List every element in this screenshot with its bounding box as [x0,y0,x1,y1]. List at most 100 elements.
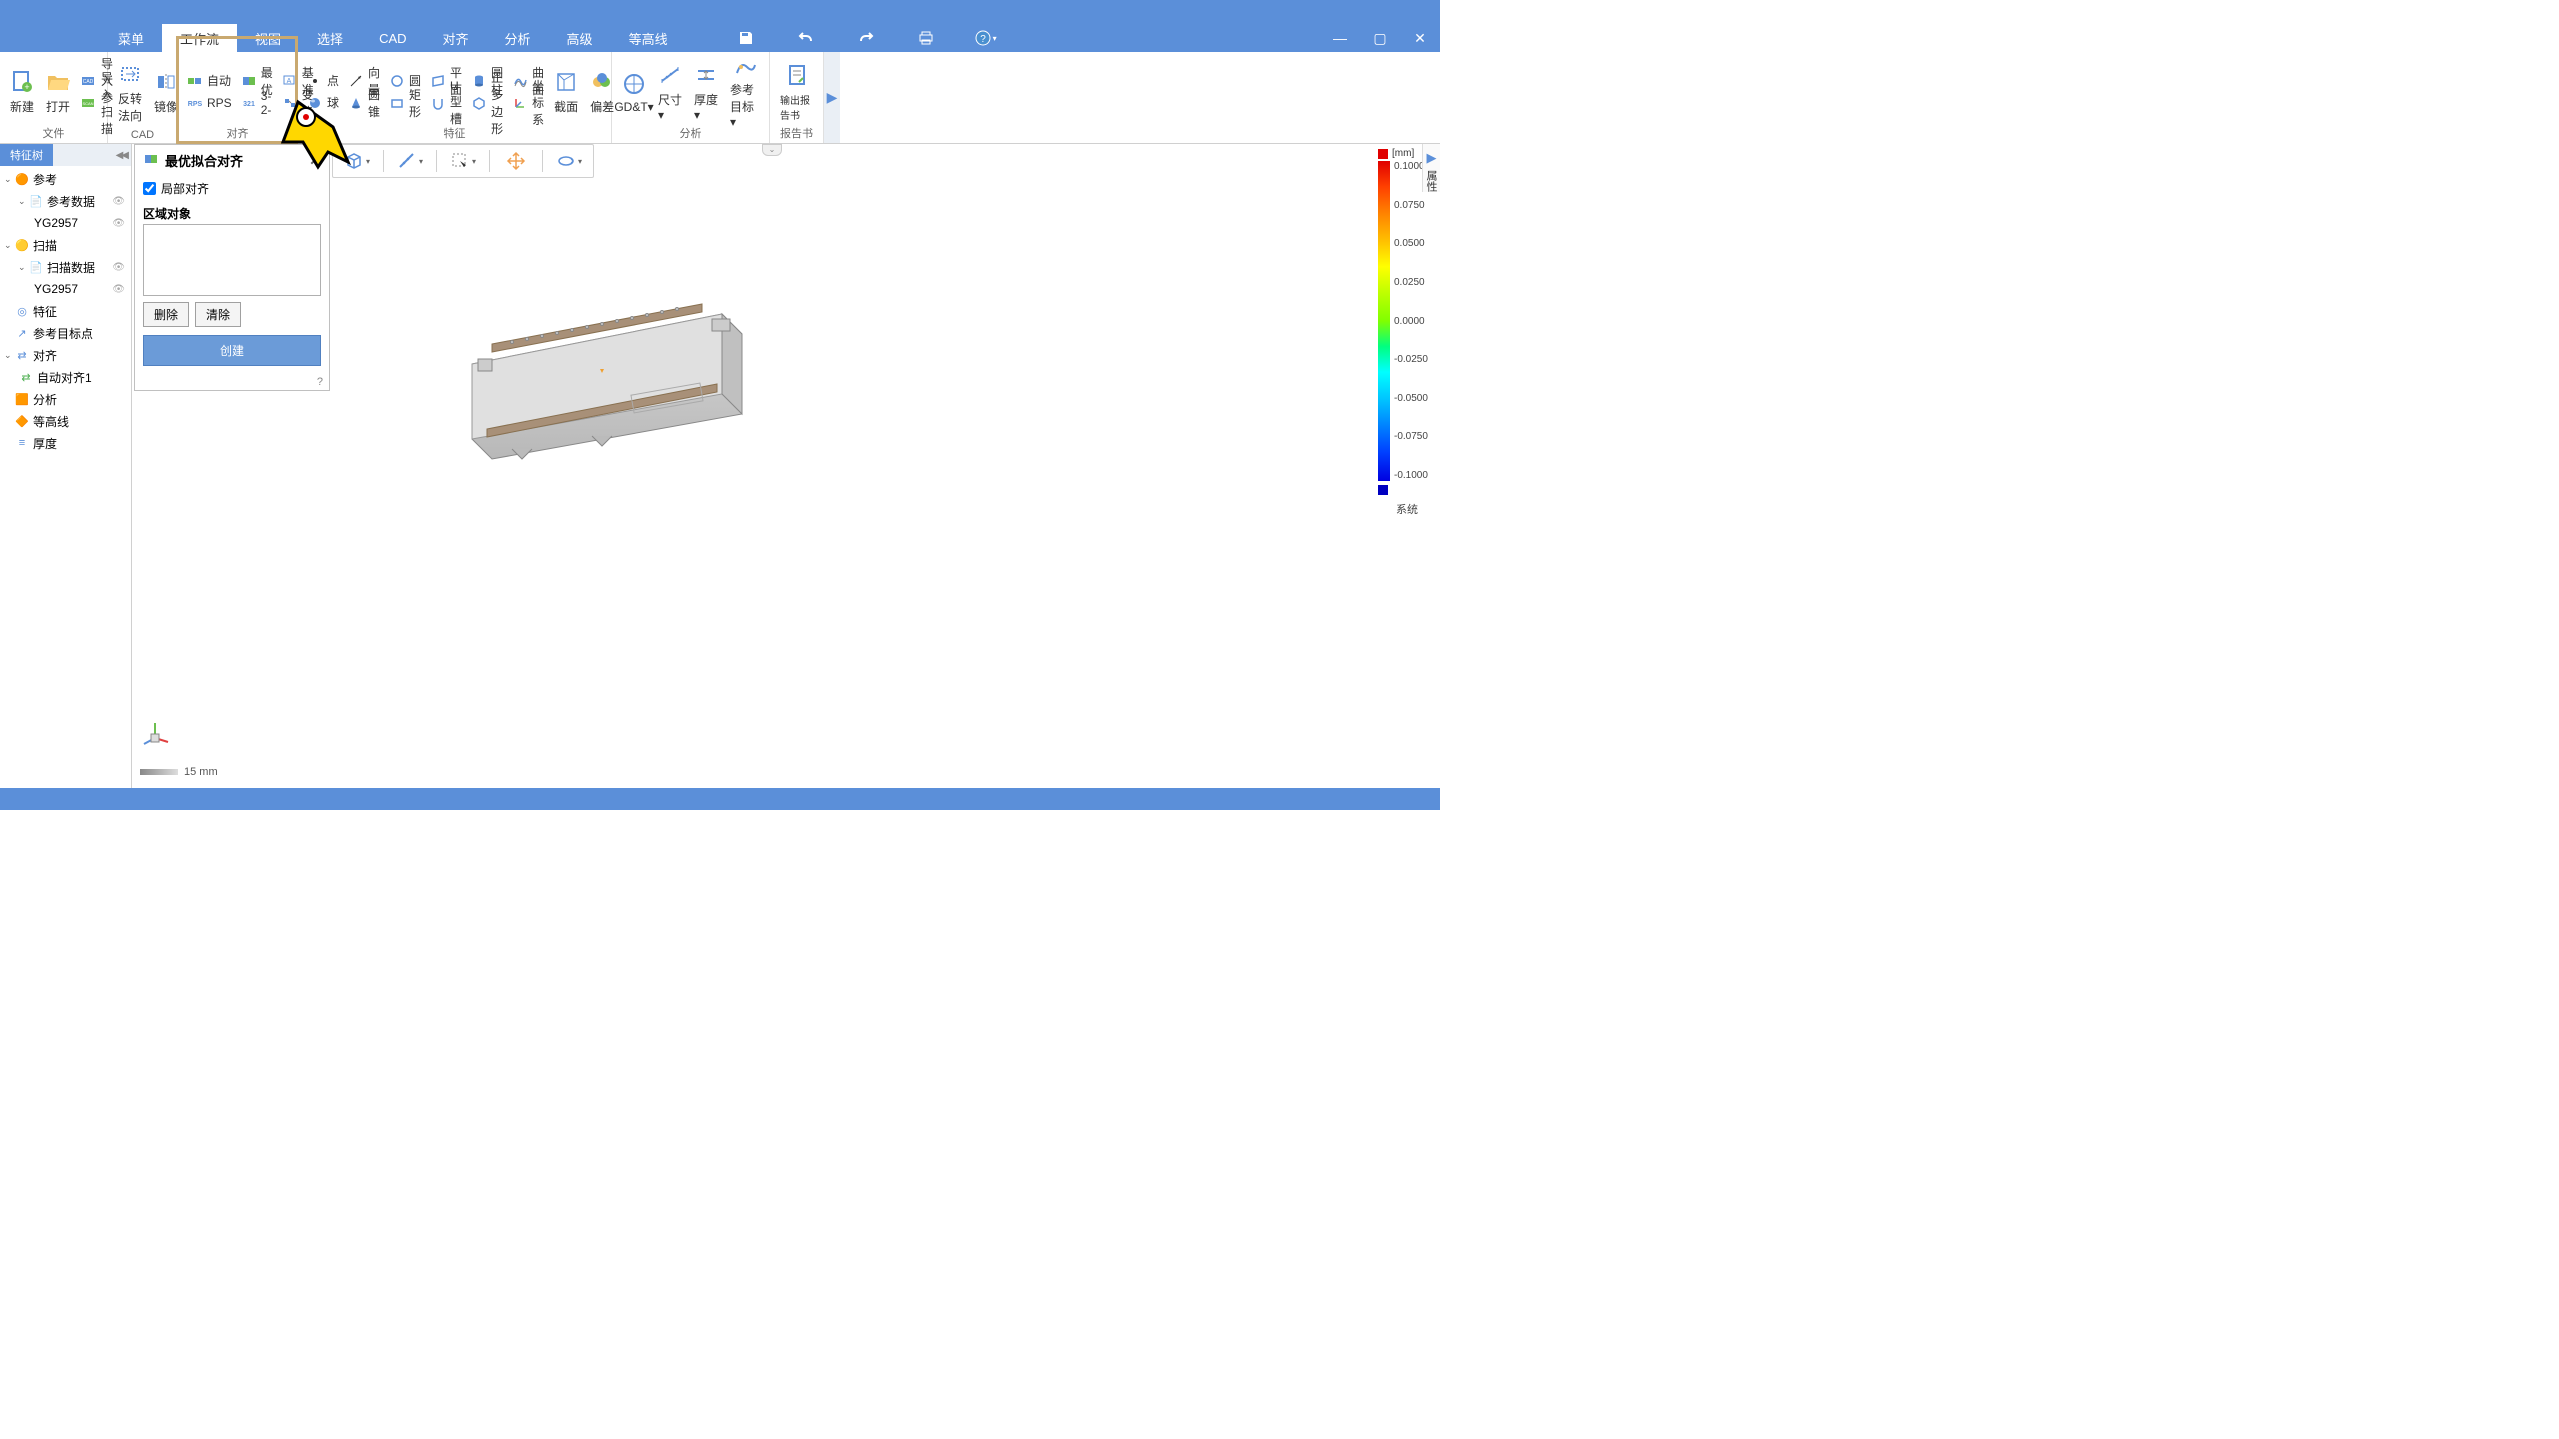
menu-cad[interactable]: CAD [361,26,424,51]
section-label: 截面 [554,98,578,115]
undo-icon[interactable] [794,26,818,50]
bestfit-dialog: 最优拟合对齐 ✕ 局部对齐 区域对象 删除 清除 创建 ? [134,144,330,391]
dialog-close-icon[interactable]: ✕ [309,152,321,169]
select-mode-icon[interactable]: ▾ [443,147,483,175]
uslot-button[interactable]: U型槽 [425,93,466,113]
sphere-icon [306,95,324,111]
polygon-icon [470,95,488,111]
new-icon: + [8,68,36,96]
menu-workflow[interactable]: 工作流 [162,24,237,53]
open-icon [44,68,72,96]
three21-label: 3-2- [261,89,273,117]
measure-icon[interactable]: ▾ [390,147,430,175]
tree-node-ref-data[interactable]: ⌄📄参考数据👁 [0,190,131,212]
tree-node-ref[interactable]: ⌄🟠参考 [0,168,131,190]
local-align-checkbox[interactable]: 局部对齐 [143,180,321,197]
sphere-button[interactable]: 球 [302,93,343,113]
open-button[interactable]: 打开 [40,56,76,127]
cone-button[interactable]: 圆锥 [343,93,384,113]
region-list[interactable] [143,224,321,296]
tree-node-scan-data[interactable]: ⌄📄扫描数据👁 [0,256,131,278]
tree-node-ref-item[interactable]: YG2957👁 [0,212,131,234]
viewport[interactable]: 最优拟合对齐 ✕ 局部对齐 区域对象 删除 清除 创建 ? ▾ [132,144,1440,788]
tree-node-scan[interactable]: ⌄🟡扫描 [0,234,131,256]
cylinder-icon [470,73,488,89]
ribbon-group-align: 自动 RPS RPS 最优 321 3-2- A 基准 [178,52,298,143]
main-area: 特征树 ◀◀ ⌄🟠参考 ⌄📄参考数据👁 YG2957👁 ⌄🟡扫描 ⌄📄扫描数据👁… [0,144,1440,788]
rps-button[interactable]: RPS RPS [182,93,236,113]
ribbon-next-icon[interactable]: ▶ [824,52,840,143]
auto-align-label: 自动 [207,72,231,89]
tree-node-reftarget[interactable]: ↗参考目标点 [0,322,131,344]
dialog-title: 最优拟合对齐 ✕ [135,145,329,176]
menu-advanced[interactable]: 高级 [549,24,611,53]
maximize-button[interactable]: ▢ [1360,24,1400,52]
visibility-icon[interactable]: 👁 [112,218,125,229]
print-icon[interactable] [914,26,938,50]
uslot-icon [429,95,447,111]
menu-contour[interactable]: 等高线 [611,24,686,53]
properties-panel-tab[interactable]: ▶ 属性 [1422,144,1440,192]
offset-label: 偏差 [590,98,614,115]
flip-button[interactable]: 反转法向 [112,56,148,127]
flip-icon [116,60,144,88]
new-button[interactable]: + 新建 [4,56,40,127]
menu-select[interactable]: 选择 [299,24,361,53]
ribbon-group-file: + 新建 打开 CAD 导入参 SCAN 导入扫描 文件 [0,52,108,143]
save-icon[interactable] [734,26,758,50]
bestfit-icon [240,73,258,89]
rect-button[interactable]: 矩形 [384,93,425,113]
help-icon[interactable]: ?▾ [974,26,998,50]
menu-view[interactable]: 视图 [237,24,299,53]
viewport-collapse-icon[interactable]: ⌄ [762,144,782,156]
tree-node-analysis[interactable]: 🟧分析 [0,388,131,410]
visibility-icon[interactable]: 👁 [112,196,125,207]
statusbar [0,788,1440,810]
properties-label: 属性 [1423,170,1439,192]
feature-tree-panel: 特征树 ◀◀ ⌄🟠参考 ⌄📄参考数据👁 YG2957👁 ⌄🟡扫描 ⌄📄扫描数据👁… [0,144,132,788]
auto-align-icon [186,73,204,89]
visibility-icon[interactable]: 👁 [112,262,125,273]
thickness-button[interactable]: 厚度▾ [688,56,724,127]
analysis-group-label: 分析 [612,125,769,141]
point-icon [306,73,324,89]
view-cube-icon[interactable]: ▾ [337,147,377,175]
flip-label: 反转法向 [118,90,142,124]
svg-text:A: A [286,78,291,85]
tree-node-align[interactable]: ⌄⇄对齐 [0,344,131,366]
dim-button[interactable]: 尺寸▾ [652,56,688,127]
csys-button[interactable]: 坐标系 [507,93,548,113]
tree-node-feature[interactable]: ◎特征 [0,300,131,322]
tree-tab-header: 特征树 ◀◀ [0,144,131,166]
minimize-button[interactable]: — [1320,24,1360,52]
pan-icon[interactable] [496,147,536,175]
bestfit-button[interactable]: 最优 [236,71,277,91]
tree-node-thickness[interactable]: ≡厚度 [0,432,131,454]
three21-button[interactable]: 321 3-2- [236,93,277,113]
menu-align[interactable]: 对齐 [425,24,487,53]
visibility-icon[interactable]: 👁 [112,284,125,295]
surface-icon [511,73,529,89]
import-scan-icon: SCAN [80,95,98,111]
tree-collapse-icon[interactable]: ◀◀ [116,150,131,161]
section-button[interactable]: 截面 [548,56,584,127]
report-button[interactable]: 输出报告书 [774,56,819,127]
clear-button[interactable]: 清除 [195,302,241,327]
tree-node-auto-align1[interactable]: ⇄自动对齐1 [0,366,131,388]
tree-node-contour[interactable]: 🔶等高线 [0,410,131,432]
menu-main[interactable]: 菜单 [100,24,162,53]
menu-analysis[interactable]: 分析 [487,24,549,53]
reftarget-button[interactable]: 参考目标▾ [724,56,765,127]
auto-align-button[interactable]: 自动 [182,71,236,91]
tree-tab[interactable]: 特征树 [0,144,53,166]
delete-button[interactable]: 删除 [143,302,189,327]
polygon-button[interactable]: 正多边形 [466,93,507,113]
gdt-button[interactable]: GD&T▾ [616,56,652,127]
close-button[interactable]: ✕ [1400,24,1440,52]
rotate-icon[interactable]: ▾ [549,147,589,175]
point-button[interactable]: 点 [302,71,343,91]
create-button[interactable]: 创建 [143,335,321,366]
dialog-help-icon[interactable]: ? [135,374,329,390]
tree-node-scan-item[interactable]: YG2957👁 [0,278,131,300]
redo-icon[interactable] [854,26,878,50]
